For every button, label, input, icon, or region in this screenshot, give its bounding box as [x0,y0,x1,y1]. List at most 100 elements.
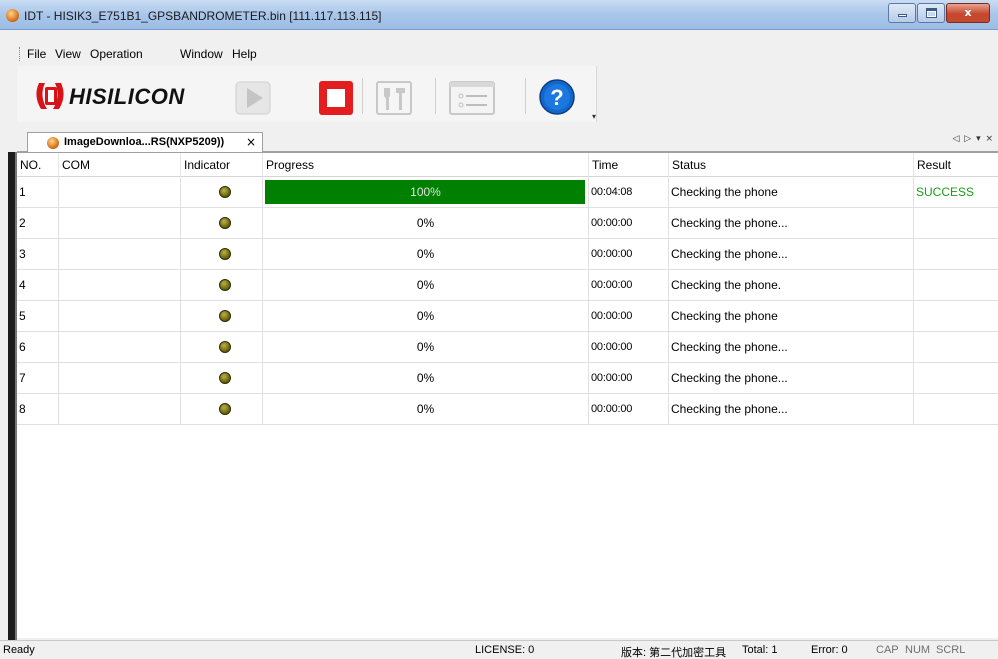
play-icon [235,81,271,115]
cell-com [59,208,181,239]
status-scrl: SCRL [936,644,966,656]
maximize-icon [926,8,937,18]
cell-result [914,208,998,239]
cell-status: Checking the phone. [669,270,914,301]
progress-text: 0% [416,247,435,261]
table-row[interactable]: 2 0% 00:00:00 Checking the phone... [17,208,998,239]
column-header-progress[interactable]: Progress [263,153,589,177]
tab-navigation-icons[interactable]: ◁ ▷ ▾ × [953,134,994,144]
cell-indicator [181,270,263,301]
menu-operation[interactable]: Operation [90,47,143,61]
cell-result [914,301,998,332]
table-row[interactable]: 4 0% 00:00:00 Checking the phone. [17,270,998,301]
menu-help[interactable]: Help [232,47,257,61]
indicator-led-icon [219,217,231,229]
table-header: NO. COM Indicator Progress Time Status R… [17,153,998,177]
menu-grip[interactable] [19,47,22,61]
cell-com [59,177,181,208]
cell-progress: 0% [263,301,589,332]
cell-time: 00:00:00 [589,301,669,332]
config-button[interactable] [447,76,495,120]
status-license: LICENSE: 0 [475,644,535,656]
stop-button[interactable] [317,76,361,120]
close-button[interactable]: x [946,3,990,23]
cell-result [914,363,998,394]
tools-icon [376,81,412,115]
title-bar[interactable]: IDT - HISIK3_E751B1_GPSBANDROMETER.bin [… [0,0,998,30]
start-button[interactable] [234,76,278,120]
cell-result [914,394,998,425]
cell-no: 6 [17,332,59,363]
progress-text: 0% [416,402,435,416]
cell-no: 3 [17,239,59,270]
maximize-button[interactable] [917,3,945,23]
window-controls: x [887,3,990,23]
cell-status: Checking the phone... [669,394,914,425]
tab-label: ImageDownloa...RS(NXP5209)) [64,136,225,148]
cell-no: 7 [17,363,59,394]
cell-time: 00:04:08 [589,177,669,208]
status-num: NUM [905,644,931,656]
indicator-led-icon [219,279,231,291]
menu-window[interactable]: Window [180,47,223,61]
help-button[interactable]: ? [537,76,581,120]
cell-status: Checking the phone [669,301,914,332]
cell-no: 1 [17,177,59,208]
table-row[interactable]: 8 0% 00:00:00 Checking the phone... [17,394,998,425]
cell-com [59,363,181,394]
indicator-led-icon [219,186,231,198]
table-row[interactable]: 6 0% 00:00:00 Checking the phone... [17,332,998,363]
indicator-led-icon [219,248,231,260]
tab-close-icon[interactable]: × [246,135,256,149]
tools-button[interactable] [374,76,418,120]
menu-file[interactable]: File [27,47,46,61]
column-header-no[interactable]: NO. [17,153,59,177]
cell-result [914,332,998,363]
table-row[interactable]: 1 100% 00:04:08 Checking the phone SUCCESS [17,177,998,208]
stop-icon [319,81,353,115]
status-error: Error: 0 [811,644,848,656]
menu-view[interactable]: View [55,47,81,61]
column-header-status[interactable]: Status [669,153,914,177]
indicator-led-icon [219,341,231,353]
settings-panel-icon [449,81,495,115]
table-row[interactable]: 5 0% 00:00:00 Checking the phone [17,301,998,332]
status-version: 版本: 第二代加密工具 [621,647,727,659]
cell-indicator [181,363,263,394]
column-header-time[interactable]: Time [589,153,669,177]
cell-progress: 0% [263,239,589,270]
tab-icon [47,137,59,149]
column-header-com[interactable]: COM [59,153,181,177]
cell-time: 00:00:00 [589,332,669,363]
status-ready: Ready [3,644,35,656]
cell-indicator [181,301,263,332]
table-row[interactable]: 3 0% 00:00:00 Checking the phone... [17,239,998,270]
cell-time: 00:00:00 [589,239,669,270]
column-header-indicator[interactable]: Indicator [181,153,263,177]
cell-time: 00:00:00 [589,394,669,425]
device-table: NO. COM Indicator Progress Time Status R… [17,152,998,638]
minimize-button[interactable] [888,3,916,23]
cell-indicator [181,239,263,270]
cell-status: Checking the phone... [669,208,914,239]
toolbar-overflow-icon[interactable]: ▾ [592,112,596,121]
toolbar-separator [362,78,363,114]
indicator-led-icon [219,372,231,384]
column-header-result[interactable]: Result [914,153,998,177]
tab-image-download[interactable]: ImageDownloa...RS(NXP5209)) × [27,132,263,153]
cell-status: Checking the phone... [669,239,914,270]
status-total: Total: 1 [742,644,778,656]
cell-no: 2 [17,208,59,239]
progress-text: 0% [416,278,435,292]
cell-indicator [181,177,263,208]
cell-indicator [181,332,263,363]
cell-com [59,301,181,332]
table-row[interactable]: 7 0% 00:00:00 Checking the phone... [17,363,998,394]
logo-text: HISILICON [69,84,185,109]
cell-time: 00:00:00 [589,208,669,239]
cell-com [59,239,181,270]
toolbar-separator [435,78,436,114]
cell-com [59,270,181,301]
progress-text: 0% [416,309,435,323]
cell-time: 00:00:00 [589,270,669,301]
